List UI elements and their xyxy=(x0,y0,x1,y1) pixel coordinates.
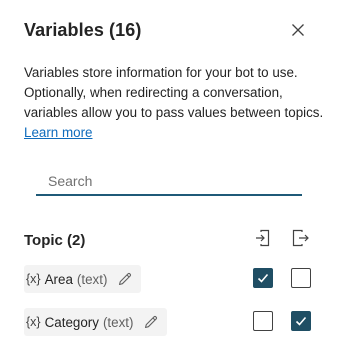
close-icon xyxy=(288,20,308,40)
variable-chip-area[interactable]: {x} Area (text) xyxy=(24,265,142,293)
variable-name: Area xyxy=(44,271,73,287)
search-input[interactable] xyxy=(36,168,302,196)
return-column-header[interactable] xyxy=(290,228,310,248)
variable-type: (text) xyxy=(102,314,134,330)
return-to-topic-icon xyxy=(290,228,310,248)
variable-type: (text) xyxy=(76,271,108,287)
variable-tag: {x} xyxy=(26,272,41,286)
variable-tag: {x} xyxy=(26,315,41,329)
section-title: Topic (2) xyxy=(24,232,86,249)
pencil-icon[interactable] xyxy=(143,314,159,330)
variables-panel: Variables (16) Variables store informati… xyxy=(0,0,338,356)
panel-title: Variables (16) xyxy=(24,20,142,40)
variable-chip-category[interactable]: {x} Category (text) xyxy=(24,308,168,336)
receive-checkbox-area[interactable] xyxy=(253,268,273,288)
learn-more-link[interactable]: Learn more xyxy=(24,125,92,140)
receive-from-topic-icon xyxy=(253,228,273,248)
return-checkbox-area[interactable] xyxy=(291,268,311,288)
panel-description: Variables store information for your bot… xyxy=(24,63,324,143)
receive-checkbox-category[interactable] xyxy=(253,311,273,331)
receive-column-header[interactable] xyxy=(253,228,273,248)
pencil-icon[interactable] xyxy=(117,271,133,287)
variable-name: Category xyxy=(44,314,99,330)
description-text: Variables store information for your bot… xyxy=(24,65,324,120)
close-button[interactable] xyxy=(288,20,308,40)
return-checkbox-category[interactable] xyxy=(291,311,311,331)
